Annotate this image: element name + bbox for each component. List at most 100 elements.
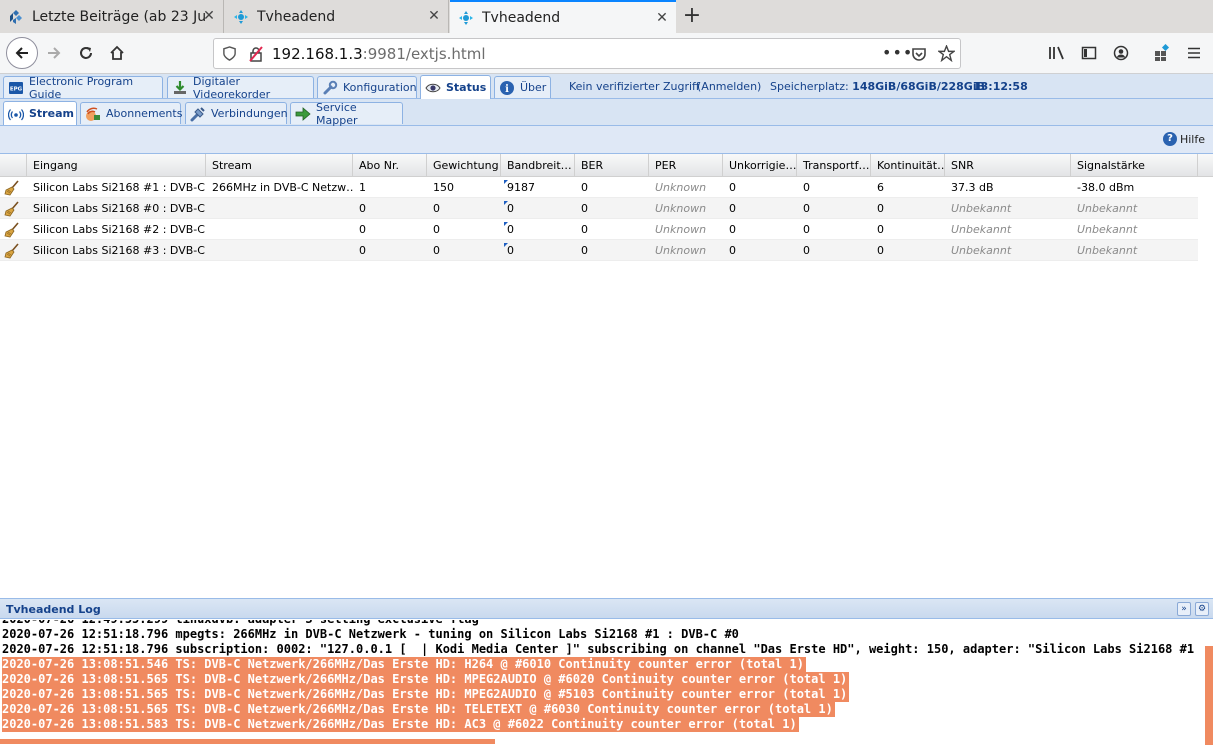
table-cell: 0 [877,244,884,257]
log-line-error: 2020-07-26 13:08:51.583 TS: DVB-C Netzwe… [2,717,799,732]
tab-status[interactable]: Status [420,75,491,99]
tab-label: Verbindungen [211,107,288,120]
hamburger-icon [1188,47,1200,59]
column-header[interactable]: Abo Nr. [353,154,427,177]
log-line-error: 2020-07-26 13:08:51.565 TS: DVB-C Netzwe… [2,687,850,702]
clear-stats-broom-icon[interactable] [4,222,20,238]
log-line-error: 2020-07-26 13:08:51.565 TS: DVB-C Netzwe… [2,702,835,717]
browser-tab-kodi-forum[interactable]: Letzte Beiträge (ab 23 Ju ✕ [0,0,224,33]
clear-stats-broom-icon[interactable] [4,201,20,217]
tab-service-mapper[interactable]: Service Mapper [290,101,403,127]
reload-icon [80,47,92,59]
home-icon [110,45,124,60]
tab-dvr[interactable]: Digitaler Videorekorder [167,75,314,101]
column-header[interactable]: Unkorrigie… [723,154,797,177]
back-button[interactable] [6,37,38,69]
log-horizontal-scrollbar[interactable] [0,739,495,744]
column-header[interactable]: Gewichtung [427,154,501,177]
table-cell: Unknown [655,223,707,236]
column-header[interactable]: PER [649,154,723,177]
tab-stream[interactable]: Stream [3,101,77,125]
url-text[interactable]: 192.168.1.3:9981/extjs.html [272,45,486,63]
table-cell: Unbekannt [951,223,1012,236]
column-header[interactable]: Kontinuität… [871,154,945,177]
log-body[interactable]: 2020-07-26 12:49:55.299 linuxdvb: adapte… [0,620,1213,745]
clear-stats-broom-icon[interactable] [4,243,20,259]
table-cell: 37.3 dB [951,181,994,194]
login-link[interactable]: (Anmelden) [697,80,761,93]
shield-icon[interactable] [222,46,237,61]
table-cell: 0 [729,244,736,257]
log-scrollbar[interactable] [1205,646,1213,745]
table-cell: Unknown [655,244,707,257]
table-cell: 0 [581,181,588,194]
table-cell: 0 [877,223,884,236]
table-cell: 0 [581,244,588,257]
close-icon[interactable]: ✕ [201,8,217,24]
table-cell: 9187 [501,177,575,198]
tab-epg[interactable]: EPG Electronic Program Guide [3,75,163,101]
table-cell: Silicon Labs Si2168 #2 : DVB-C… [33,223,206,236]
connections-icon [190,106,206,122]
extensions-button[interactable] [1148,39,1176,67]
table-cell: 150 [433,181,454,194]
table-cell: 266MHz in DVB-C Netzw… [212,181,353,194]
table-cell: 0 [433,223,440,236]
pocket-icon[interactable] [911,46,927,62]
close-icon[interactable]: ✕ [654,10,670,26]
column-header[interactable]: Signalstärke [1071,154,1198,177]
column-header-icon[interactable] [0,154,27,177]
tab-about[interactable]: i Über [494,76,551,98]
close-icon[interactable]: ✕ [426,8,442,24]
settings-gear-icon[interactable]: ⚙ [1195,602,1209,616]
column-header[interactable]: Stream [206,154,353,177]
browser-tab-title: Tvheadend [257,8,336,25]
table-cell: 0 [803,202,810,215]
eye-icon [425,80,441,96]
column-header[interactable]: Bandbreit… [501,154,575,177]
column-header[interactable]: BER [575,154,649,177]
tab-connections[interactable]: Verbindungen [185,102,288,124]
collapse-icon[interactable]: » [1177,602,1191,616]
table-cell: Unbekannt [951,202,1012,215]
library-button[interactable] [1043,39,1071,67]
tab-configuration[interactable]: Konfiguration [317,76,417,98]
table-cell [206,219,353,240]
table-row[interactable]: Silicon Labs Si2168 #2 : DVB-C… 0 0 0 0 Unkno… [0,219,1198,240]
insecure-lock-icon[interactable] [248,46,264,62]
table-row[interactable]: Silicon Labs Si2168 #3 : DVB-C… 0 0 0 0 Unkno… [0,240,1198,261]
table-cell: 0 [803,223,810,236]
stream-icon [7,106,25,122]
help-button[interactable]: ? Hilfe [1162,132,1205,146]
bookmark-star-icon[interactable] [938,45,955,62]
new-tab-button[interactable]: + [680,4,704,28]
table-cell: 0 [359,244,366,257]
sidebar-button[interactable] [1075,39,1103,67]
table-cell: 0 [433,244,440,257]
browser-tab-tvheadend-1[interactable]: Tvheadend ✕ [225,0,449,33]
home-button[interactable] [103,39,131,67]
tvheadend-icon [458,10,474,26]
column-header[interactable]: Transportf… [797,154,871,177]
table-row[interactable]: Silicon Labs Si2168 #0 : DVB-C… 0 0 0 0 Unkno… [0,198,1198,219]
table-cell: 0 [803,244,810,257]
menu-button[interactable] [1180,39,1208,67]
browser-tab-tvheadend-2[interactable]: Tvheadend ✕ [450,0,676,33]
tab-subscriptions[interactable]: Abonnements [80,102,182,124]
page-actions-icon[interactable]: ••• [882,43,913,62]
forward-button[interactable] [40,39,68,67]
tab-label: Stream [29,107,74,120]
arrow-left-icon [15,47,28,59]
url-bar[interactable]: 192.168.1.3:9981/extjs.html ••• [213,38,961,69]
log-panel: Tvheadend Log » ⚙ 2020-07-26 12:49:55.29… [0,598,1213,745]
log-line: 2020-07-26 12:49:55.299 linuxdvb: adapte… [2,620,479,627]
column-header[interactable]: Eingang [27,154,206,177]
table-cell: Unbekannt [1077,202,1138,215]
table-row[interactable]: Silicon Labs Si2168 #1 : DVB-C… 266MHz in… [0,177,1198,198]
column-header[interactable]: SNR [945,154,1071,177]
reload-button[interactable] [72,39,100,67]
table-cell: 0 [877,202,884,215]
clear-stats-broom-icon[interactable] [4,180,20,196]
account-button[interactable] [1107,39,1135,67]
epg-icon: EPG [8,80,24,96]
